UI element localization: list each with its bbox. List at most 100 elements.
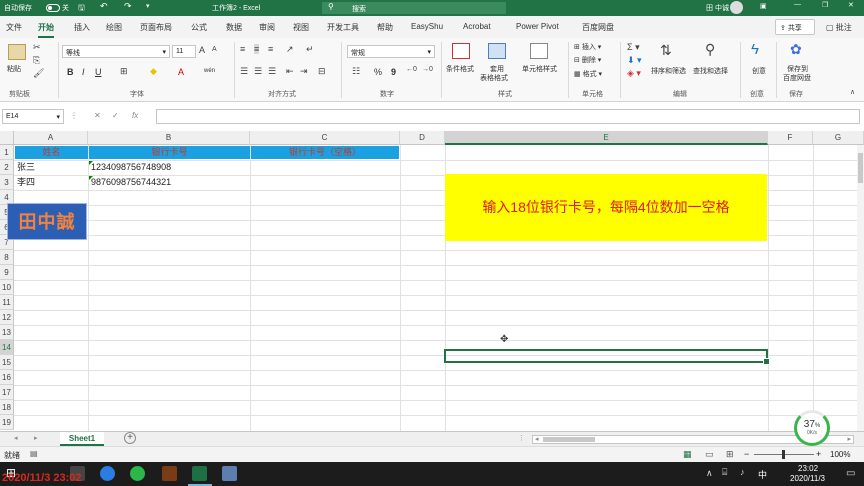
tab-help[interactable]: 帮助: [377, 22, 393, 33]
row-header[interactable]: 13: [0, 325, 14, 340]
wrap-text-icon[interactable]: ↵: [306, 44, 314, 55]
align-bottom-icon[interactable]: ≡: [268, 44, 273, 54]
tab-formulas[interactable]: 公式: [191, 22, 207, 33]
align-left-icon[interactable]: ☰: [240, 66, 248, 77]
bold-button[interactable]: B: [67, 67, 74, 77]
column-header-e[interactable]: E: [445, 131, 768, 145]
tab-insert[interactable]: 插入: [74, 22, 90, 33]
tab-power-pivot[interactable]: Power Pivot: [516, 22, 559, 31]
tab-view[interactable]: 视图: [293, 22, 309, 33]
ideas-icon[interactable]: ϟ: [751, 41, 759, 58]
zoom-level[interactable]: 100%: [830, 450, 850, 459]
cell-b2[interactable]: 1234098756748908: [89, 161, 249, 173]
tab-data[interactable]: 数据: [226, 22, 242, 33]
cell-b3[interactable]: 9876098756744321: [89, 176, 249, 188]
sheet-tab-sheet1[interactable]: Sheet1: [60, 432, 104, 446]
tab-developer[interactable]: 开发工具: [327, 22, 359, 33]
decrease-font-icon[interactable]: A: [212, 46, 217, 53]
format-painter-icon[interactable]: 🖌: [33, 68, 44, 79]
row-header[interactable]: 16: [0, 370, 14, 385]
find-select-label[interactable]: 查找和选择: [693, 66, 728, 76]
row-header[interactable]: 18: [0, 400, 14, 415]
tab-page-layout[interactable]: 页面布局: [140, 22, 172, 33]
number-as-text-indicator[interactable]: [89, 176, 93, 180]
sort-filter-label[interactable]: 排序和筛选: [651, 66, 686, 76]
row-header[interactable]: 2: [0, 160, 14, 175]
conditional-format-label[interactable]: 条件格式: [446, 64, 474, 74]
notes-icon[interactable]: [222, 466, 237, 481]
insert-function-button[interactable]: fx: [132, 111, 138, 120]
font-size-select[interactable]: 11: [172, 45, 196, 58]
tab-file[interactable]: 文件: [6, 22, 22, 33]
row-header[interactable]: 9: [0, 265, 14, 280]
accessibility-icon[interactable]: ▤: [30, 449, 38, 458]
find-select-icon[interactable]: ⚲: [705, 41, 715, 58]
column-header-b[interactable]: B: [88, 131, 250, 145]
row-header[interactable]: 15: [0, 355, 14, 370]
number-format-select[interactable]: 常规 ▾: [347, 45, 435, 58]
zoom-out-icon[interactable]: −: [744, 449, 749, 459]
ime-indicator[interactable]: 中: [758, 468, 767, 481]
save-icon[interactable]: 🖫: [78, 2, 85, 16]
cell-c1[interactable]: 银行卡号（空格）: [251, 146, 399, 159]
vertical-scrollbar[interactable]: [857, 145, 864, 431]
cell-a2[interactable]: 张三: [15, 161, 87, 173]
active-cell-selection[interactable]: [444, 349, 770, 365]
name-box[interactable]: E14 ▾: [2, 109, 64, 124]
align-right-icon[interactable]: ☰: [268, 66, 276, 77]
next-sheet-icon[interactable]: ▸: [34, 434, 38, 442]
increase-decimal-icon[interactable]: ←0: [406, 66, 417, 73]
minimize-icon[interactable]: —: [794, 1, 801, 8]
outdent-icon[interactable]: ⇥: [300, 66, 308, 77]
clock-date[interactable]: 2020/11/3: [790, 474, 825, 483]
row-header[interactable]: 3: [0, 175, 14, 190]
cancel-icon[interactable]: ✕: [94, 111, 101, 120]
volume-icon[interactable]: ♪: [740, 467, 745, 477]
column-header-c[interactable]: C: [250, 131, 400, 145]
ribbon-options-icon[interactable]: ▣: [760, 2, 767, 10]
zoom-in-icon[interactable]: +: [816, 449, 821, 459]
autosum-icon[interactable]: Σ ▾: [627, 42, 640, 53]
select-all-corner[interactable]: [0, 131, 14, 145]
prev-sheet-icon[interactable]: ◂: [14, 434, 18, 442]
number-as-text-indicator[interactable]: [89, 161, 93, 165]
cell-a1[interactable]: 姓名: [15, 146, 88, 159]
save-to-baidu-label-2[interactable]: 百度网盘: [783, 73, 811, 83]
align-center-icon[interactable]: ☰: [254, 66, 262, 77]
vertical-scroll-thumb[interactable]: [858, 153, 863, 183]
row-header[interactable]: 19: [0, 415, 14, 430]
cell-b1[interactable]: 银行卡号: [89, 146, 250, 159]
column-header-f[interactable]: F: [768, 131, 813, 145]
user-name[interactable]: 田 中诚: [706, 3, 729, 13]
font-color-button[interactable]: A: [178, 67, 184, 77]
clear-icon[interactable]: ◈ ▾: [627, 68, 641, 79]
underline-button[interactable]: U: [95, 67, 102, 77]
indent-icon[interactable]: ⇤: [286, 66, 294, 77]
row-header[interactable]: 10: [0, 280, 14, 295]
enter-icon[interactable]: ✓: [112, 111, 119, 120]
fill-color-icon[interactable]: ◆: [150, 66, 157, 77]
conditional-format-icon[interactable]: [452, 43, 470, 59]
column-header-d[interactable]: D: [400, 131, 445, 145]
worksheet-grid[interactable]: A B C D E F G 1 2 3 4 5 6 7 8 9 10 11 12…: [0, 131, 864, 431]
row-header[interactable]: 14: [0, 340, 14, 355]
align-middle-icon[interactable]: ≡: [254, 44, 260, 54]
cell-styles-label[interactable]: 单元格样式: [522, 64, 557, 74]
row-header[interactable]: 17: [0, 385, 14, 400]
format-as-table-label-2[interactable]: 表格格式: [480, 73, 508, 83]
ideas-label[interactable]: 创意: [752, 66, 766, 76]
excel-taskbar-icon[interactable]: [192, 466, 207, 481]
zoom-slider-thumb[interactable]: [782, 450, 785, 459]
horizontal-scroll-thumb[interactable]: [543, 437, 595, 442]
notifications-icon[interactable]: ▭: [846, 468, 855, 479]
formula-input[interactable]: [156, 109, 860, 124]
network-speed-gauge[interactable]: 37% 0K/s: [794, 410, 830, 446]
wechat-icon[interactable]: [130, 466, 145, 481]
paste-icon[interactable]: [8, 44, 26, 60]
row-header[interactable]: 12: [0, 310, 14, 325]
tab-acrobat[interactable]: Acrobat: [463, 22, 491, 31]
cell-styles-icon[interactable]: [530, 43, 548, 59]
page-layout-view-icon[interactable]: ▭: [705, 449, 714, 460]
insert-cells-button[interactable]: ⊞ 插入 ▾: [574, 42, 601, 52]
increase-font-icon[interactable]: A: [199, 45, 205, 55]
